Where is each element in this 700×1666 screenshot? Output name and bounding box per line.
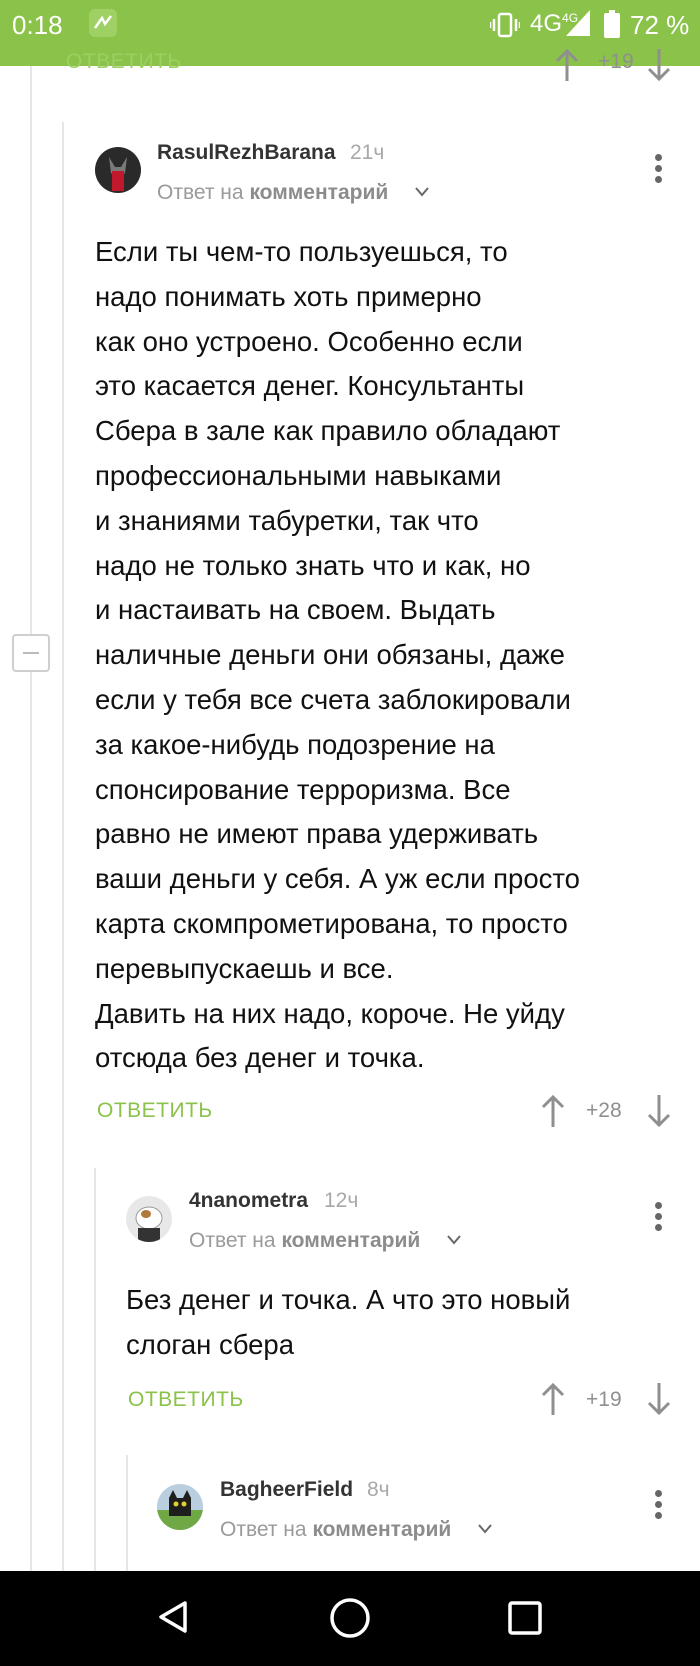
comment-text: Без денег и точка. А что это новый слога… [126,1284,571,1360]
reply-button[interactable]: ОТВЕТИТЬ [66,50,182,74]
app-notification-icon [89,9,117,37]
comment-text: Если ты чем-то пользуешься, то надо пони… [95,236,580,1074]
username[interactable]: 4nanometra [189,1189,308,1213]
avatar[interactable] [157,1484,203,1530]
status-time: 0:18 [12,10,63,40]
reply-to[interactable]: Ответ на комментарий [220,1518,451,1542]
thread-line[interactable] [30,66,32,1571]
upvote-icon[interactable] [540,1094,566,1128]
thread-line[interactable] [62,122,64,1571]
comment-time: 8ч [367,1478,390,1501]
thread-line[interactable] [126,1455,128,1571]
collapse-thread-button[interactable] [12,634,50,672]
downvote-icon[interactable] [646,48,672,82]
username[interactable]: RasulRezhBarana [157,141,336,165]
comment-time: 21ч [350,141,385,164]
reply-button[interactable]: ОТВЕТИТЬ [97,1099,213,1123]
upvote-icon[interactable] [540,1382,566,1416]
more-options-button[interactable] [648,150,668,190]
reply-to[interactable]: Ответ на комментарий [189,1229,420,1253]
recent-apps-icon[interactable] [508,1601,542,1635]
reply-button[interactable]: ОТВЕТИТЬ [128,1388,244,1412]
reply-to[interactable]: Ответ на комментарий [157,181,388,205]
home-icon[interactable] [328,1596,372,1640]
avatar[interactable] [95,147,141,193]
chevron-down-icon[interactable] [415,187,429,197]
more-options-button[interactable] [648,1198,668,1238]
chevron-down-icon[interactable] [478,1524,492,1534]
comment-time: 12ч [324,1189,359,1212]
upvote-icon[interactable] [554,48,580,82]
battery-percent: 72 % [630,10,690,40]
avatar[interactable] [126,1196,172,1242]
battery-icon [604,10,620,38]
back-icon[interactable] [155,1599,191,1635]
chevron-down-icon[interactable] [447,1235,461,1245]
score: +19 [598,50,634,73]
navigation-bar [0,1571,700,1666]
score: +28 [586,1099,622,1122]
downvote-icon[interactable] [646,1382,672,1416]
vibrate-icon [490,12,520,38]
downvote-icon[interactable] [646,1094,672,1128]
username[interactable]: BagheerField [220,1478,353,1502]
score: +19 [586,1388,622,1411]
more-options-button[interactable] [648,1486,668,1526]
thread-line[interactable] [94,1168,96,1571]
signal-icon [566,10,590,36]
